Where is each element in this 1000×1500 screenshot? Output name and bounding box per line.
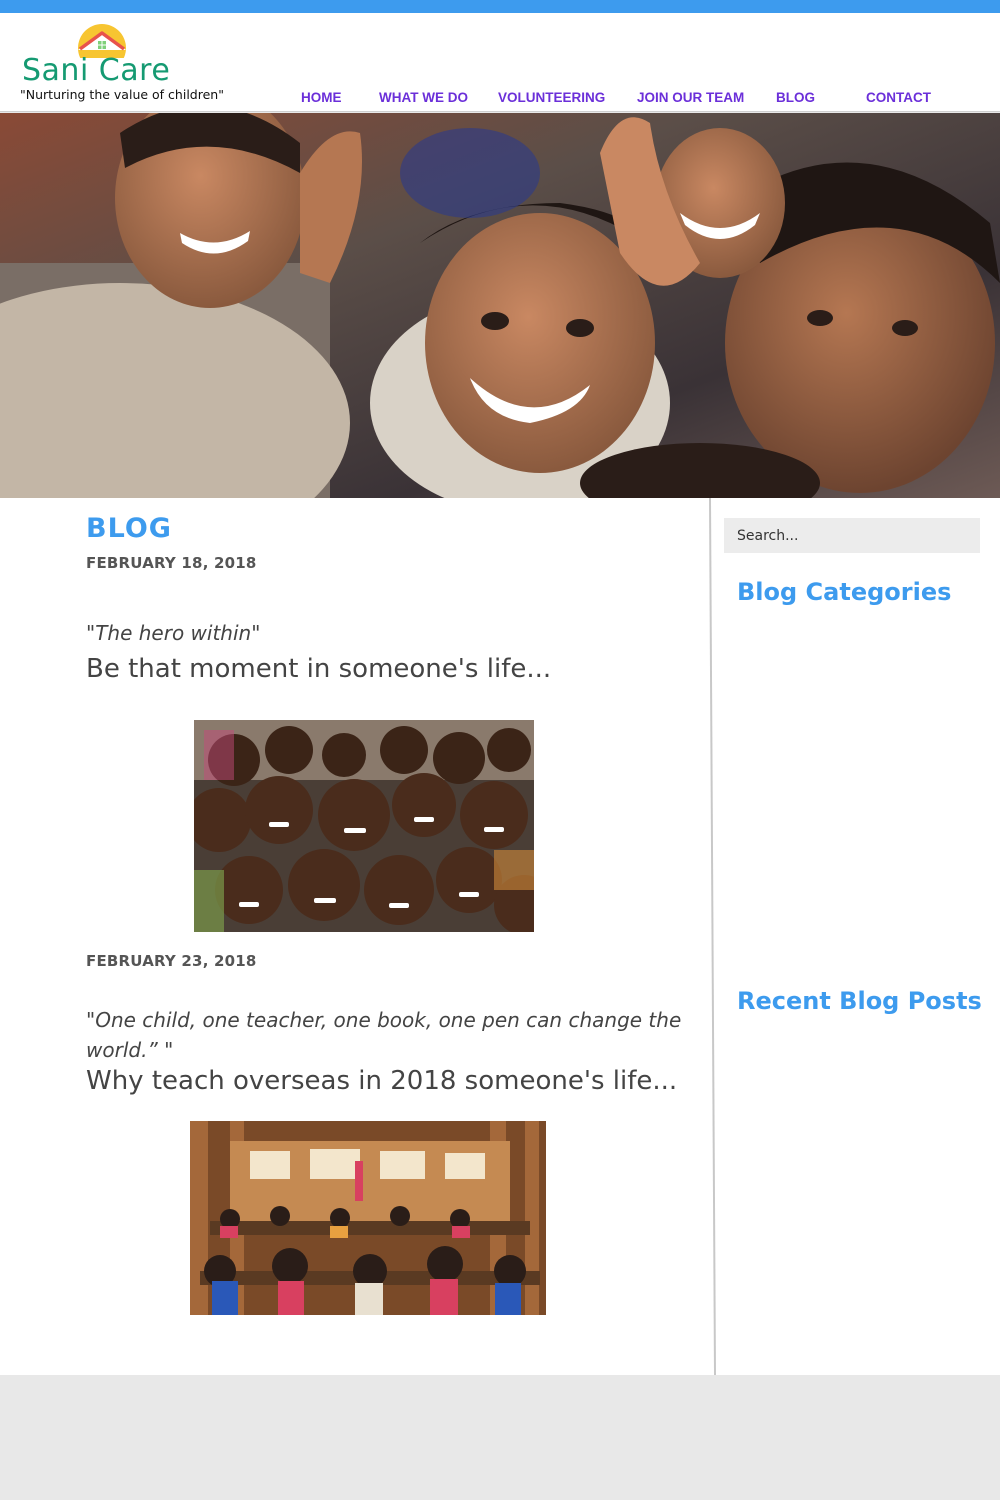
post-date: FEBRUARY 23, 2018	[86, 952, 257, 970]
post-image[interactable]	[194, 720, 534, 932]
post-date: FEBRUARY 18, 2018	[86, 554, 257, 572]
brand-name: Sani Care	[22, 53, 171, 88]
main-content: BLOG FEBRUARY 18, 2018 "The hero within"…	[0, 498, 1000, 1375]
column-divider	[709, 498, 716, 1375]
post-title-link[interactable]: Why teach overseas in 2018 someone's lif…	[86, 1066, 696, 1096]
main-nav: HOME WHAT WE DO VOLUNTEERING JOIN OUR TE…	[0, 90, 1000, 110]
nav-home[interactable]: HOME	[301, 90, 342, 105]
page-title: BLOG	[86, 513, 172, 544]
nav-volunteering[interactable]: VOLUNTEERING	[498, 90, 605, 105]
hero-image	[0, 113, 1000, 498]
nav-contact[interactable]: CONTACT	[866, 90, 931, 105]
footer	[0, 1375, 1000, 1500]
nav-what-we-do[interactable]: WHAT WE DO	[379, 90, 468, 105]
recent-posts-heading: Recent Blog Posts	[737, 987, 982, 1015]
top-accent-bar	[0, 0, 1000, 13]
categories-heading: Blog Categories	[737, 578, 952, 606]
post-image[interactable]	[190, 1121, 546, 1315]
post-quote: "One child, one teacher, one book, one p…	[86, 1008, 682, 1062]
nav-blog[interactable]: BLOG	[776, 90, 815, 105]
site-header: Sani Care "Nurturing the value of childr…	[0, 13, 1000, 112]
search-input[interactable]	[724, 518, 980, 553]
post-title-link[interactable]: Be that moment in someone's life...	[86, 654, 696, 684]
post-quote: "The hero within"	[86, 621, 261, 645]
nav-join-our-team[interactable]: JOIN OUR TEAM	[637, 90, 744, 105]
